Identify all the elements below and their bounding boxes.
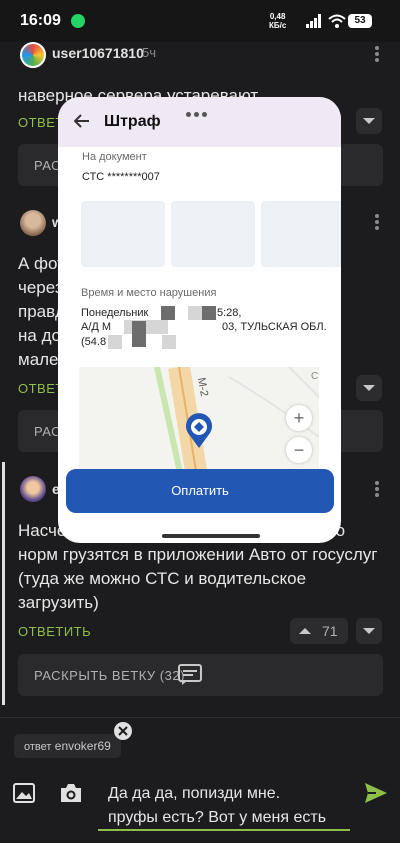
fine-popup-window[interactable]: Штраф На документ СТС ********007 Время … — [58, 97, 341, 543]
status-time: 16:09 — [20, 12, 61, 29]
redaction-block — [108, 335, 122, 349]
reply-to-chip[interactable]: ответ envoker69 — [14, 734, 121, 758]
back-arrow-icon[interactable] — [74, 113, 90, 129]
more-options-icon[interactable] — [375, 214, 379, 230]
home-indicator[interactable] — [162, 534, 260, 538]
wifi-icon — [328, 14, 346, 28]
comment-input-line-1: Да да да, попизди мне. — [108, 785, 281, 802]
more-options-icon[interactable] — [375, 46, 379, 62]
downvote-button[interactable] — [356, 375, 382, 401]
network-speed: 0,48 КБ/с — [269, 12, 286, 30]
more-options-icon[interactable] — [375, 481, 379, 497]
avatar[interactable] — [20, 210, 46, 236]
camera-icon[interactable] — [59, 782, 83, 804]
reply-button[interactable]: ОТВЕТ — [18, 381, 64, 396]
redaction-block — [188, 306, 202, 320]
violation-line-2-end: 03, ТУЛЬСКАЯ ОБЛ. — [222, 321, 327, 333]
popup-title: Штраф — [104, 113, 161, 130]
upvote-button[interactable]: 71 — [290, 618, 348, 644]
send-icon[interactable] — [364, 782, 388, 804]
reply-button[interactable]: ОТВЕТИТЬ — [18, 624, 91, 639]
chevron-down-icon — [363, 118, 375, 124]
violation-map[interactable]: М-2 С + − — [79, 367, 319, 477]
network-speed-value: 0,48 — [269, 12, 286, 21]
redaction-block — [132, 321, 146, 347]
violation-line-1-start: Понедельник — [81, 307, 149, 319]
chevron-down-icon — [363, 628, 375, 634]
whatsapp-icon — [71, 14, 85, 28]
vote-count: 71 — [322, 623, 338, 639]
zoom-in-button[interactable]: + — [286, 405, 312, 431]
minus-icon: − — [293, 440, 305, 460]
expand-thread-label: РАСКРЫТЬ ВЕТКУ (32) — [34, 668, 185, 683]
photo-thumbnail[interactable] — [261, 201, 341, 267]
network-speed-unit: КБ/с — [269, 21, 287, 30]
map-corner-label: С — [311, 371, 319, 382]
redaction-block — [161, 306, 175, 320]
comment-icon — [178, 664, 202, 685]
comment-input-line-2: пруфы есть? Вот у меня есть — [108, 809, 327, 826]
comment-username[interactable]: user10671810 — [52, 45, 144, 61]
downvote-button[interactable] — [356, 108, 382, 134]
status-bar: 16:09 0,48 КБ/с 53 — [0, 0, 400, 42]
popup-header: Штраф — [58, 97, 341, 147]
redaction-block — [124, 320, 168, 334]
document-label: На документ — [82, 151, 147, 163]
comment-time: 5ч — [142, 45, 157, 60]
document-value: СТС ********007 — [82, 171, 160, 183]
image-icon[interactable] — [13, 783, 35, 803]
expand-thread-button[interactable]: РАСКРЫТЬ ВЕТКУ (32) — [18, 654, 383, 696]
redaction-block — [202, 306, 216, 320]
photo-thumbnail[interactable] — [171, 201, 255, 267]
chevron-down-icon — [363, 385, 375, 391]
violation-line-2-start: А/Д М — [81, 321, 112, 333]
redaction-block — [162, 335, 176, 349]
time-place-label: Время и место нарушения — [81, 287, 217, 299]
signal-icon — [306, 14, 321, 28]
drag-handle-icon[interactable] — [186, 104, 210, 122]
zoom-out-button[interactable]: − — [286, 437, 312, 463]
chevron-up-icon — [299, 628, 311, 634]
reply-chip-prefix: ответ — [24, 741, 52, 753]
photo-thumbnail[interactable] — [81, 201, 165, 267]
battery-indicator: 53 — [348, 14, 372, 28]
thread-line — [2, 462, 5, 705]
map-pin-icon — [186, 413, 212, 448]
plus-icon: + — [293, 408, 305, 428]
pay-button[interactable]: Оплатить — [66, 469, 334, 513]
violation-line-3-start: (54.8 — [81, 336, 107, 348]
input-underline — [98, 829, 350, 831]
avatar[interactable] — [20, 476, 46, 502]
avatar[interactable] — [20, 42, 46, 68]
violation-line-1-end: 5:28, — [217, 307, 242, 319]
close-icon[interactable] — [114, 722, 132, 740]
comment-input[interactable]: Да да да, попизди мне. пруфы есть? Вот у… — [108, 782, 353, 830]
downvote-button[interactable] — [356, 618, 382, 644]
reply-chip-user: envoker69 — [54, 739, 111, 753]
